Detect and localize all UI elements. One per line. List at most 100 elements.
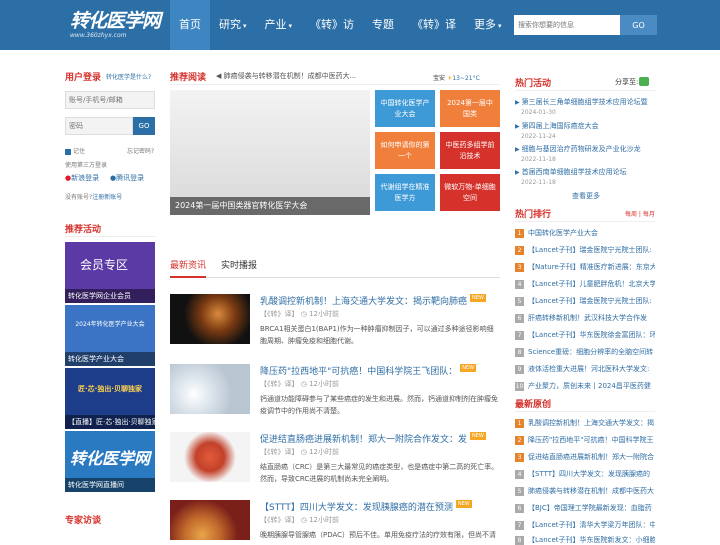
- search-input[interactable]: [514, 15, 620, 35]
- nav-interview[interactable]: 《转》访: [301, 0, 363, 50]
- remember-checkbox[interactable]: 记住: [65, 146, 85, 155]
- search-button[interactable]: GO: [620, 15, 657, 35]
- article-title[interactable]: 促进结直肠癌进展新机制！郑大一附院合作发文：发 NEW: [260, 432, 500, 445]
- promo-member[interactable]: 会员专区 转化医学网企业会员: [65, 242, 155, 303]
- rank-number: 5: [515, 297, 524, 306]
- article-title[interactable]: 【STTT】四川大学发文：发现胰腺癌的潜在预测 NEW: [260, 500, 500, 513]
- latest-item[interactable]: 8 【Lancet子刊】华东医院新发文：小细胞: [515, 535, 655, 545]
- tencent-login[interactable]: ●腾讯登录: [110, 173, 144, 183]
- rank-item[interactable]: 9 液体活检重大进展！河北医科大学发文:: [515, 364, 655, 374]
- article-title-text: 降压药"拉西地平"可抗癌！中国科学院王飞团队：: [260, 367, 458, 377]
- promo-studio[interactable]: 转化医学网 转化医学网直播间: [65, 431, 155, 492]
- register-link[interactable]: 注册新账号: [92, 194, 122, 201]
- rank-number: 8: [515, 536, 524, 545]
- hot-event-item[interactable]: ▶ 细胞与基因治疗药物研发及产业化沙龙: [515, 144, 655, 154]
- latest-item[interactable]: 4 【STTT】四川大学发文：发现胰腺癌的: [515, 469, 655, 479]
- article-item[interactable]: 降压药"拉西地平"可抗癌！中国科学院王飞团队： NEW 【《转》译】 ◷ 12小时…: [170, 364, 500, 429]
- tile-organoid-conf[interactable]: 2024第一届中国类: [440, 90, 500, 127]
- latest-item[interactable]: 6 【BJC】帝国理工学院最新发现：血脂药: [515, 503, 655, 513]
- article-desc: 钙通道功能障碍参与了某些癌症的发生和进展。然而，钙通道抑制剂在肿瘤免疫调节中的作…: [260, 395, 498, 415]
- rank-number: 3: [515, 453, 524, 462]
- rank-title: 【Lancet子刊】瑞金医院宁光院士团队:: [528, 246, 652, 254]
- rank-item[interactable]: 6 肝癌转移新机制！武汉科技大学合作发: [515, 313, 655, 323]
- nav-research-label: 研究: [219, 18, 241, 31]
- rank-title: 【Lancet子刊】华东医院徐金富团队：环: [528, 331, 655, 339]
- nav-industry[interactable]: 产业 ▾: [256, 0, 302, 50]
- ticker-text: 肺癌侵袭与转移潜在机制！成都中医药大...: [223, 72, 357, 80]
- rank-item[interactable]: 8 Science重磅：细胞分辨率的全脑空间转: [515, 347, 655, 357]
- what-is-translational-link[interactable]: 转化医学是什么?: [106, 72, 151, 81]
- hot-event-title: 首届西南单细胞组学技术应用论坛: [521, 168, 627, 176]
- article-source: 【《转》译】: [260, 380, 299, 388]
- new-badge: NEW: [460, 364, 477, 372]
- article-meta: 【《转》译】 ◷ 12小时前: [260, 515, 339, 525]
- article-title[interactable]: 乳酸调控新机制！上海交通大学发文：揭示靶向肺癌 NEW: [260, 294, 500, 307]
- nav-translate[interactable]: 《转》译: [403, 0, 465, 50]
- password-input[interactable]: 密码: [65, 117, 133, 135]
- sina-login[interactable]: ●新浪登录: [65, 173, 99, 183]
- rank-item[interactable]: 2 【Lancet子刊】瑞金医院宁光院士团队:: [515, 245, 655, 255]
- rank-item[interactable]: 4 【Lancet子刊】儿童肥胖危机！北京大学: [515, 279, 655, 289]
- hot-event-title: 第三届长三角单细胞组学技术应用论坛暨: [521, 98, 648, 106]
- wechat-icon[interactable]: [639, 77, 649, 86]
- article-desc: BRCA1相关蛋白1(BAP1)作为一种肿瘤抑制因子，可以通过多种途径影响细胞周…: [260, 325, 494, 345]
- article-item[interactable]: 【STTT】四川大学发文：发现胰腺癌的潜在预测 NEW 【《转》译】 ◷ 12小时…: [170, 500, 500, 540]
- nav-topics[interactable]: 专题: [363, 0, 403, 50]
- promo-banner-text: 会员专区: [80, 258, 129, 272]
- article-thumbnail: [170, 432, 250, 482]
- hero-slide[interactable]: 2024第一届中国类器官转化医学大会: [170, 90, 370, 215]
- latest-item[interactable]: 3 促进结直肠癌进展新机制！郑大一附院合: [515, 452, 655, 462]
- rank-item[interactable]: 3 【Nature子刊】精准医疗新进展：东京大: [515, 262, 655, 272]
- tile-single-cell[interactable]: 微软万物-单细胞空间: [440, 174, 500, 211]
- login-go-button[interactable]: GO: [133, 117, 155, 135]
- account-input[interactable]: 账号/手机号/邮箱: [65, 91, 155, 109]
- article-item[interactable]: 促进结直肠癌进展新机制！郑大一附院合作发文：发 NEW 【《转》译】 ◷ 12小时…: [170, 432, 500, 497]
- article-meta: 【《转》译】 ◷ 12小时前: [260, 309, 339, 319]
- logo-url: www.360zhyx.com: [70, 32, 127, 39]
- hot-event-item[interactable]: ▶ 第三届长三角单细胞组学技术应用论坛暨: [515, 97, 655, 107]
- news-ticker[interactable]: ◀ 肺癌侵袭与转移潜在机制！成都中医药大...: [216, 71, 356, 81]
- rank-number: 7: [515, 521, 524, 530]
- weather-temp: 13~21°C: [452, 75, 480, 82]
- article-item[interactable]: 乳酸调控新机制！上海交通大学发文：揭示靶向肺癌 NEW 【《转》译】 ◷ 12小时…: [170, 294, 500, 359]
- forgot-password-link[interactable]: 忘记密码?: [127, 146, 154, 155]
- site-logo[interactable]: 转化医学网 www.360zhyx.com: [70, 10, 165, 40]
- rank-item[interactable]: 10 产业聚力，质创未来丨2024昌平医药健: [515, 381, 655, 391]
- triangle-icon: ▶: [515, 123, 520, 130]
- main-nav: 首页 研究 ▾ 产业 ▾ 《转》访 专题 《转》译 更多 ▾: [170, 0, 511, 50]
- tab-latest-news[interactable]: 最新资讯: [170, 258, 207, 278]
- article-title-text: 促进结直肠癌进展新机制！郑大一附院合作发文：发: [260, 435, 468, 445]
- rank-title: 中国转化医学产业大会: [528, 229, 598, 237]
- tab-live-report[interactable]: 实时播报: [221, 258, 257, 278]
- promo-live[interactable]: 匠·芯·独出·贝聊独家 【直播】匠·芯·独出·贝聊独家: [65, 368, 155, 429]
- rank-number: 1: [515, 229, 524, 238]
- tile-metabolomics[interactable]: 代谢组学在精准医学方: [375, 174, 435, 211]
- ranking-period-tabs[interactable]: 每周 | 每月: [625, 209, 655, 218]
- checkbox-icon: [65, 148, 71, 155]
- latest-item[interactable]: 2 降压药"拉西地平"可抗癌！中国科学院王: [515, 435, 655, 445]
- rank-item[interactable]: 7 【Lancet子刊】华东医院徐金富团队：环: [515, 330, 655, 340]
- divider: [515, 221, 655, 222]
- article-title[interactable]: 降压药"拉西地平"可抗癌！中国科学院王飞团队： NEW: [260, 364, 500, 377]
- nav-home[interactable]: 首页: [170, 0, 210, 50]
- nav-more[interactable]: 更多 ▾: [465, 0, 511, 50]
- latest-item[interactable]: 5 肺癌侵袭与转移潜在机制！成都中医药大: [515, 486, 655, 496]
- latest-item[interactable]: 1 乳酸调控新机制！上海交通大学发文：揭: [515, 418, 655, 428]
- rank-item[interactable]: 1 中国转化医学产业大会: [515, 228, 655, 238]
- ranking-title: 热门排行: [515, 210, 552, 220]
- rank-item[interactable]: 5 【Lancet子刊】瑞金医院宁光院士团队:: [515, 296, 655, 306]
- new-badge: NEW: [470, 432, 486, 440]
- tile-tcm-omics[interactable]: 中医药多组学前沿技术: [440, 132, 500, 169]
- promo-conference[interactable]: 2024年转化医学产业大会 转化医学产业大会: [65, 305, 155, 366]
- rank-number: 4: [515, 280, 524, 289]
- hot-event-title: 第四届上海国际癌症大会: [521, 122, 599, 130]
- hot-event-item[interactable]: ▶ 首届西南单细胞组学技术应用论坛: [515, 167, 655, 177]
- more-events-link[interactable]: 查看更多: [572, 191, 600, 201]
- tile-industry-conf[interactable]: 中国转化医学产业大会: [375, 90, 435, 127]
- hot-event-item[interactable]: ▶ 第四届上海国际癌症大会: [515, 121, 655, 131]
- rank-title: 肝癌转移新机制！武汉科技大学合作发: [528, 314, 647, 322]
- tile-apply-first[interactable]: 如何申请你的第一个: [375, 132, 435, 169]
- nav-research[interactable]: 研究 ▾: [210, 0, 256, 50]
- caret-down-icon: ▾: [243, 22, 247, 30]
- latest-item[interactable]: 7 【Lancet子刊】清华大学梁万年团队：中: [515, 520, 655, 530]
